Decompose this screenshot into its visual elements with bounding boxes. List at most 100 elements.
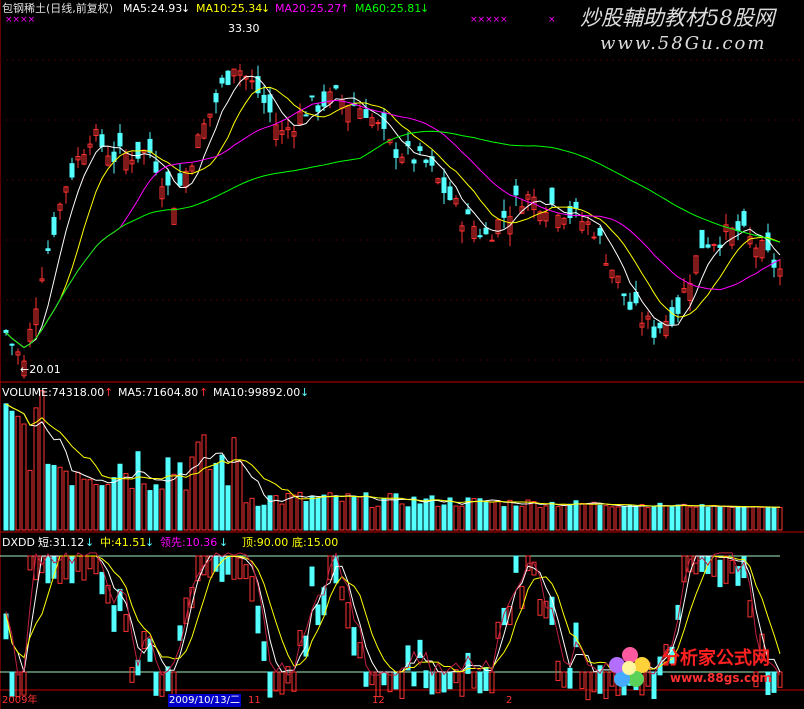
indicator-mid-label: 中:41.51 [100, 536, 147, 549]
volume-bar [681, 503, 687, 531]
volume-bar [543, 505, 549, 531]
volume-bar [609, 506, 615, 531]
indicator-candle [747, 600, 753, 618]
volume-bar [711, 504, 717, 531]
indicator-candle [543, 600, 549, 619]
volume-bar [135, 451, 141, 531]
indicator-candle [507, 605, 513, 626]
candle-body [261, 94, 267, 103]
volume-bar [63, 470, 69, 531]
stock-chart[interactable] [0, 0, 804, 709]
indicator-candle [591, 671, 597, 693]
volume-bar [339, 500, 345, 531]
date-axis-cursor[interactable]: 2009/10/13/二 [168, 694, 242, 707]
candle-body [591, 236, 597, 239]
logo-url: www.88gs.com [670, 671, 772, 685]
candle-body [423, 159, 429, 164]
volume-bar [141, 483, 147, 531]
candle-body [669, 307, 675, 325]
candle-body [489, 239, 495, 242]
volume-bar [573, 500, 579, 531]
volume-bar [87, 479, 93, 531]
volume-bar [483, 502, 489, 531]
volume-bar [735, 506, 741, 531]
volume-bar [615, 506, 621, 531]
indicator-candle [267, 671, 273, 698]
volume-ma5-label: MA5:71604.80 [118, 386, 199, 399]
ma20-label: MA20:25.27 [275, 2, 342, 15]
volume-bar [495, 500, 501, 531]
candle-body [309, 95, 315, 98]
indicator-name: DXDD [2, 536, 35, 549]
volume-bar [411, 496, 417, 531]
volume-bar [357, 496, 363, 531]
candle-body [177, 173, 183, 186]
volume-bar [717, 506, 723, 531]
volume-bar [333, 495, 339, 531]
indicator-candle [423, 670, 429, 689]
volume-bar [309, 495, 315, 531]
volume-bar [213, 462, 219, 531]
candle-body [3, 330, 9, 334]
indicator-short-label: 短:31.12 [38, 536, 85, 549]
indicator-lead-label: 领先:10.36 [160, 536, 218, 549]
indicator-candle [93, 555, 99, 575]
volume-bar [657, 502, 663, 531]
volume-bar [81, 478, 87, 531]
volume-bar [579, 503, 585, 531]
volume-bar [387, 493, 393, 531]
volume-bar [195, 441, 201, 531]
volume-bar [165, 457, 171, 531]
volume-bar [45, 463, 51, 531]
indicator-candle [225, 556, 231, 575]
volume-bar [519, 505, 525, 531]
indicator-candle [339, 586, 345, 601]
volume-ma10-label: MA10:99892.00 [213, 386, 301, 399]
candle-body [567, 206, 573, 219]
indicator-short-arrow-icon: ↓ [85, 536, 95, 549]
indicator-candle [291, 671, 297, 692]
volume-bar [645, 507, 651, 531]
indicator-candle [555, 660, 561, 681]
volume-bar [69, 485, 75, 531]
indicator-candle [21, 671, 27, 696]
logo-title: 分析家公式网 [662, 648, 770, 669]
volume-bar [123, 473, 129, 531]
volume-bar [381, 497, 387, 531]
volume-bar [747, 506, 753, 531]
volume-bar [15, 415, 21, 531]
volume-bar [243, 502, 249, 531]
volume-bar [621, 506, 627, 531]
volume-bar [207, 469, 213, 531]
volume-bar [171, 473, 177, 531]
candle-body [501, 210, 507, 218]
candle-body [333, 85, 339, 89]
volume-bar [9, 410, 15, 531]
volume-bar [477, 498, 483, 531]
candle-body [363, 109, 369, 119]
volume-bar [375, 505, 381, 531]
volume-bar [489, 501, 495, 531]
volume-bar [759, 506, 765, 531]
indicator-candle [111, 605, 117, 632]
candle-body [597, 228, 603, 236]
volume-bar [303, 500, 309, 531]
volume-bar [177, 462, 183, 531]
indicator-candle [255, 605, 261, 634]
candle-body [549, 187, 555, 205]
volume-bar [321, 494, 327, 531]
candle-body [219, 77, 225, 84]
signal-markers-right: × [548, 15, 556, 25]
indicator-candle [315, 604, 321, 626]
volume-bar [39, 390, 45, 531]
date-axis-after-cursor: 11 [248, 695, 261, 706]
indicator-candle [273, 671, 279, 692]
volume-ma10-arrow-icon: ↓ [300, 386, 310, 399]
volume-bar [237, 461, 243, 531]
indicator-candle [561, 671, 567, 688]
volume-bar [369, 507, 375, 531]
candle-body [447, 186, 453, 201]
candle-body [303, 114, 309, 117]
candle-body [417, 146, 423, 152]
candle-body [393, 149, 399, 158]
